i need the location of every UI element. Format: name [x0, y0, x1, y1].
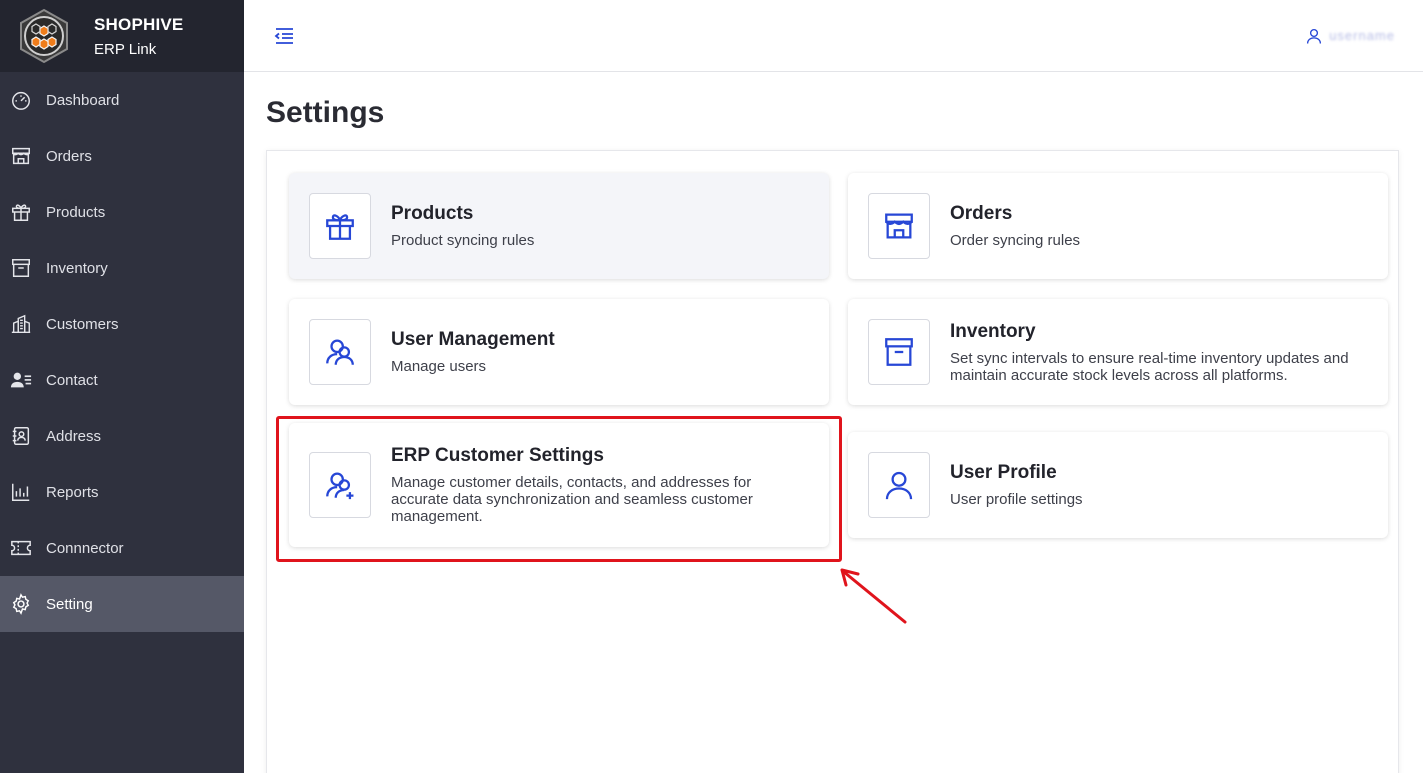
- gift-icon: [309, 193, 371, 259]
- bar-chart-icon: [10, 481, 32, 503]
- sidebar-nav: Dashboard Orders Products Inventory Cust…: [0, 72, 244, 632]
- sidebar-item-setting[interactable]: Setting: [0, 576, 244, 632]
- archive-icon: [10, 257, 32, 279]
- sidebar-item-label: Reports: [46, 483, 99, 501]
- sidebar-item-contact[interactable]: Contact: [0, 352, 244, 408]
- shophive-logo: [20, 8, 68, 64]
- contact-icon: [10, 369, 32, 391]
- products-settings-card[interactable]: Products Product syncing rules: [289, 173, 829, 279]
- user-menu[interactable]: username: [1305, 27, 1395, 45]
- user-name: username: [1329, 28, 1395, 43]
- sidebar-item-label: Products: [46, 203, 106, 221]
- inventory-settings-card[interactable]: Inventory Set sync intervals to ensure r…: [848, 299, 1388, 405]
- user-management-card[interactable]: User Management Manage users: [289, 299, 829, 405]
- card-description: Product syncing rules: [391, 232, 535, 249]
- sidebar-item-connector[interactable]: Connnector: [0, 520, 244, 576]
- card-title: Inventory: [950, 320, 1036, 342]
- card-description: Order syncing rules: [950, 232, 1081, 249]
- dashboard-icon: [10, 89, 32, 111]
- user-add-icon: [309, 452, 371, 518]
- building-icon: [10, 313, 32, 335]
- brand-name: SHOPHIVE: [94, 14, 184, 34]
- brand[interactable]: SHOPHIVE ERP Link: [0, 0, 244, 72]
- sidebar-item-label: Setting: [46, 595, 93, 613]
- sidebar-item-dashboard[interactable]: Dashboard: [0, 72, 244, 128]
- brand-subtitle: ERP Link: [94, 40, 157, 58]
- sidebar-item-label: Connnector: [46, 539, 124, 557]
- settings-page: Settings Products Product syncing rules: [244, 72, 1423, 773]
- user-icon: [868, 452, 930, 518]
- card-title: ERP Customer Settings: [391, 445, 604, 466]
- card-title: User Profile: [950, 462, 1057, 483]
- top-bar: username: [244, 0, 1423, 72]
- card-title: Products: [391, 203, 474, 224]
- card-description: Manage customer details, contacts, and a…: [391, 474, 753, 525]
- sidebar-item-customers[interactable]: Customers: [0, 296, 244, 352]
- erp-customer-settings-card[interactable]: ERP Customer Settings Manage customer de…: [289, 423, 829, 547]
- card-description: Set sync intervals to ensure real-time i…: [950, 349, 1349, 384]
- sidebar-item-label: Inventory: [46, 259, 108, 277]
- user-profile-card[interactable]: User Profile User profile settings: [848, 432, 1388, 538]
- settings-panel: Products Product syncing rules Orders Or…: [266, 150, 1399, 773]
- ticket-icon: [10, 537, 32, 559]
- address-book-icon: [10, 425, 32, 447]
- sidebar-item-label: Contact: [46, 371, 98, 389]
- sidebar-item-label: Dashboard: [46, 91, 120, 109]
- gift-icon: [10, 201, 32, 223]
- orders-settings-card[interactable]: Orders Order syncing rules: [848, 173, 1388, 279]
- collapse-sidebar-icon[interactable]: [272, 24, 296, 48]
- users-icon: [309, 319, 371, 385]
- sidebar-item-inventory[interactable]: Inventory: [0, 240, 244, 296]
- card-title: Orders: [950, 203, 1013, 224]
- store-icon: [868, 193, 930, 259]
- card-description: Manage users: [391, 358, 487, 375]
- sidebar-item-products[interactable]: Products: [0, 184, 244, 240]
- card-description: User profile settings: [950, 491, 1083, 508]
- gear-icon: [10, 593, 32, 615]
- main-content: username Settings Products Product synci…: [244, 0, 1423, 773]
- user-icon: [1305, 27, 1323, 45]
- sidebar-item-reports[interactable]: Reports: [0, 464, 244, 520]
- page-title: Settings: [266, 96, 385, 129]
- sidebar-item-label: Address: [46, 427, 102, 445]
- app-window: SHOPHIVE ERP Link Dashboard Orders Produ…: [0, 0, 1423, 773]
- sidebar-item-orders[interactable]: Orders: [0, 128, 244, 184]
- card-title: User Management: [391, 329, 555, 350]
- sidebar: SHOPHIVE ERP Link Dashboard Orders Produ…: [0, 0, 244, 773]
- store-icon: [10, 145, 32, 167]
- archive-icon: [868, 319, 930, 385]
- sidebar-item-address[interactable]: Address: [0, 408, 244, 464]
- sidebar-item-label: Orders: [46, 147, 92, 165]
- sidebar-item-label: Customers: [46, 315, 119, 333]
